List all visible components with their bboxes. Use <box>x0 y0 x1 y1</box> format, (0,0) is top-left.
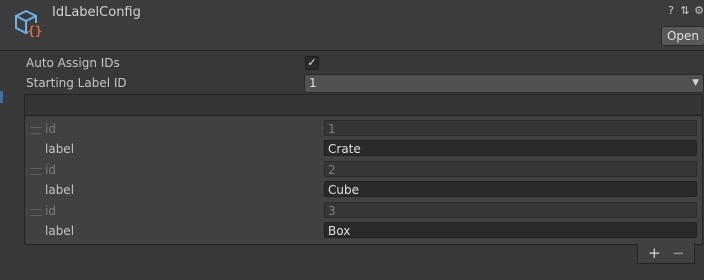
drag-handle-icon[interactable] <box>31 127 42 134</box>
list-item: id 2 label Cube <box>25 160 702 200</box>
id-field: 1 <box>324 120 697 136</box>
remove-item-button[interactable]: − <box>672 243 685 263</box>
list-footer: + − <box>637 243 695 264</box>
help-icon[interactable]: ? <box>666 5 676 17</box>
label-label: label <box>45 183 75 197</box>
id-field: 2 <box>324 161 697 177</box>
chevron-down-icon: ▼ <box>692 78 699 88</box>
label-label: label <box>45 224 75 238</box>
starting-label-id-value: 1 <box>309 76 317 90</box>
list-header <box>24 94 703 115</box>
settings-icon[interactable]: ⚙ <box>694 5 704 17</box>
label-label: label <box>45 142 75 156</box>
add-item-button[interactable]: + <box>648 243 661 263</box>
auto-assign-checkbox[interactable]: ✓ <box>305 56 319 70</box>
id-field: 3 <box>324 202 697 218</box>
label-field[interactable]: Crate <box>324 140 697 156</box>
id-label: id <box>45 122 56 136</box>
open-button[interactable]: Open <box>661 26 704 46</box>
starting-label-id-label: Starting Label ID <box>26 76 127 90</box>
list-item: id 3 label Box <box>25 201 702 241</box>
label-field[interactable]: Cube <box>324 181 697 197</box>
drag-handle-icon[interactable] <box>31 168 42 175</box>
inspector-header: {} IdLabelConfig ? ⇅ ⚙ Open <box>0 0 704 51</box>
auto-assign-label: Auto Assign IDs <box>26 56 120 70</box>
checkmark-icon: ✓ <box>307 56 317 69</box>
selection-accent <box>0 91 3 103</box>
page-title: IdLabelConfig <box>52 5 141 20</box>
id-label: id <box>45 163 56 177</box>
list-item: id 1 label Crate <box>25 119 702 159</box>
preset-icon[interactable]: ⇅ <box>680 5 690 17</box>
starting-label-id-dropdown[interactable]: 1 ▼ <box>304 74 704 93</box>
scriptable-object-icon: {} <box>12 7 46 41</box>
id-label: id <box>45 204 56 218</box>
svg-text:{}: {} <box>28 24 42 38</box>
drag-handle-icon[interactable] <box>31 209 42 216</box>
label-field[interactable]: Box <box>324 222 697 238</box>
id-label-list: id 1 label Crate id 2 label Cube id 3 la… <box>24 115 703 245</box>
